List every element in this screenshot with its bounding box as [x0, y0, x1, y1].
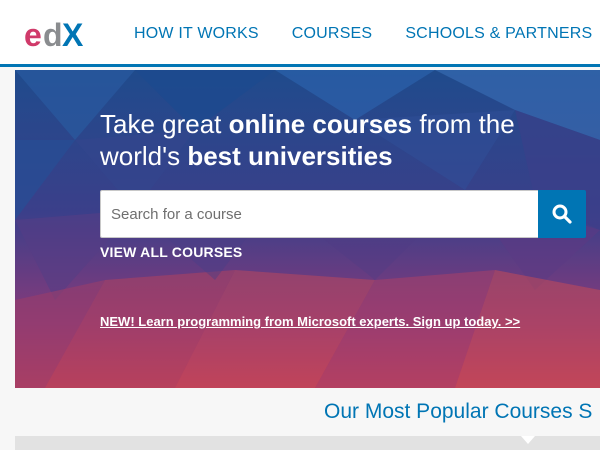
hero-banner: Take great online courses from the world… — [15, 70, 600, 388]
popular-courses-carousel — [15, 436, 600, 450]
site-header: e d X HOW IT WORKS COURSES SCHOOLS & PAR… — [0, 0, 600, 67]
course-search — [100, 190, 586, 238]
carousel-pointer — [521, 436, 535, 444]
hero-title-bold2: best universities — [187, 141, 393, 171]
hero-title-bold1: online courses — [228, 109, 413, 139]
hero-title-part1: Take great — [100, 109, 229, 139]
microsoft-promo-link[interactable]: NEW! Learn programming from Microsoft ex… — [100, 314, 520, 329]
view-all-courses-link[interactable]: VIEW ALL COURSES — [100, 244, 242, 260]
hero-title-part2: from the — [412, 109, 515, 139]
logo-letter-d: d — [43, 18, 63, 50]
search-input[interactable] — [100, 190, 538, 238]
popular-courses-heading: Our Most Popular Courses S — [324, 400, 593, 423]
edx-logo[interactable]: e d X — [24, 18, 90, 50]
search-icon — [552, 204, 572, 224]
nav-how-it-works[interactable]: HOW IT WORKS — [134, 25, 259, 43]
hero-headline: Take great online courses from the world… — [100, 108, 515, 172]
main-nav: HOW IT WORKS COURSES SCHOOLS & PARTNERS — [134, 0, 592, 67]
nav-schools-partners[interactable]: SCHOOLS & PARTNERS — [405, 25, 592, 43]
search-button[interactable] — [538, 190, 586, 238]
hero-title-part3: world's — [100, 141, 188, 171]
nav-courses[interactable]: COURSES — [292, 25, 373, 43]
logo-letter-e: e — [24, 18, 42, 50]
logo-letter-x: X — [62, 18, 84, 50]
